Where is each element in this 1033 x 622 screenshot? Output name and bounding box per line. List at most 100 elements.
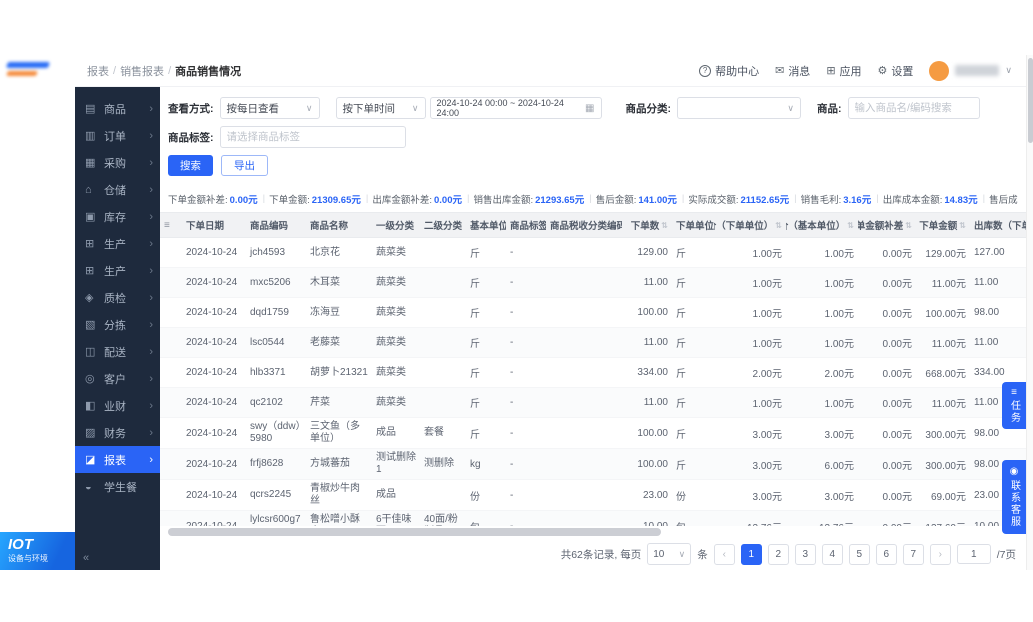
product-search-input[interactable] bbox=[847, 97, 980, 119]
sidebar-collapse-icon[interactable]: « bbox=[83, 552, 89, 564]
horizontal-scrollbar[interactable] bbox=[168, 528, 1018, 537]
sort-icon[interactable]: ⇅ bbox=[959, 221, 966, 230]
column-header[interactable]: 二级分类 bbox=[420, 213, 466, 237]
column-header[interactable]: 商品税收分类编码 bbox=[546, 213, 622, 237]
column-filter-icon[interactable]: ≡ bbox=[164, 220, 170, 231]
cell-order-date: 2024-10-24 bbox=[186, 367, 238, 379]
vertical-scrollbar[interactable] bbox=[1026, 55, 1033, 570]
sort-icon[interactable]: ⇅ bbox=[775, 221, 782, 230]
column-header[interactable]: 商品标签 bbox=[506, 213, 546, 237]
sidebar-item[interactable]: ◒ 学生餐 bbox=[75, 473, 160, 500]
cell-product-name: 芹菜 bbox=[310, 396, 330, 408]
sidebar-item[interactable]: ▥ 订单 › bbox=[75, 122, 160, 149]
sort-icon[interactable]: ⇅ bbox=[905, 221, 912, 230]
page-jump-input[interactable] bbox=[956, 544, 991, 564]
cell-tax-code bbox=[546, 480, 622, 510]
sort-icon[interactable]: ⇅ bbox=[661, 221, 668, 230]
vertical-scrollbar-thumb[interactable] bbox=[1028, 58, 1033, 143]
table-row[interactable]: 2024-10-24 qc2102 芹菜 蔬菜类 斤 - 11.00 斤 1.0… bbox=[160, 388, 1026, 419]
column-header[interactable]: 单价（基本单位） ⇅ bbox=[786, 213, 858, 237]
column-header-label: 下单金额补差 bbox=[858, 221, 904, 233]
search-button[interactable]: 搜索 bbox=[168, 155, 213, 176]
page-button[interactable]: 2 bbox=[767, 543, 789, 565]
sidebar-item-icon: ⌂ bbox=[85, 183, 92, 196]
row-spacer bbox=[160, 480, 182, 510]
table-row[interactable]: 2024-10-24 swy（ddw）5980 三文鱼（多单位） 成品 套餐 斤… bbox=[160, 418, 1026, 450]
iot-badge[interactable]: IOT 设备与环境 bbox=[0, 532, 75, 570]
sidebar-item[interactable]: ⊞ 生产 › bbox=[75, 257, 160, 284]
table-row[interactable]: 2024-10-24 jch4593 北京花 蔬菜类 斤 - 129.00 斤 … bbox=[160, 238, 1026, 269]
page-button[interactable]: 5 bbox=[848, 543, 870, 565]
help-center-button[interactable]: ? 帮助中心 bbox=[699, 63, 759, 79]
page-button[interactable]: 4 bbox=[821, 543, 843, 565]
table-row[interactable]: 2024-10-24 lsc0544 老藤菜 蔬菜类 斤 - 11.00 斤 1… bbox=[160, 328, 1026, 359]
next-page-button[interactable]: › bbox=[929, 543, 951, 565]
summary-label: 销售出库金额: bbox=[473, 194, 534, 206]
page-button[interactable]: 7 bbox=[902, 543, 924, 565]
settings-button[interactable]: ⚙ 设置 bbox=[878, 63, 914, 79]
sidebar-item[interactable]: ▦ 采购 › bbox=[75, 149, 160, 176]
apps-button[interactable]: ⊞ 应用 bbox=[826, 63, 861, 79]
summary-value: 14.83元 bbox=[944, 194, 978, 206]
column-header[interactable]: 商品编码 bbox=[246, 213, 306, 237]
summary-item: 销售出库金额: 21293.65元 | bbox=[473, 192, 591, 205]
column-header[interactable]: 下单金额 ⇅ bbox=[916, 213, 970, 237]
column-header[interactable]: 下单日期 bbox=[182, 213, 246, 237]
tasks-float-button[interactable]: ≡ 任务 bbox=[1002, 382, 1026, 429]
cell-product-tag: - bbox=[510, 247, 514, 259]
column-header[interactable]: 单价（下单单位） ⇅ bbox=[714, 213, 786, 237]
table-row[interactable]: 2024-10-24 lylcsr600g7776 鲁松噌小酥肉600g 6干佳… bbox=[160, 511, 1026, 527]
horizontal-scrollbar-thumb[interactable] bbox=[168, 528, 661, 537]
cell-order-amount: 300.00元 bbox=[925, 429, 966, 441]
sidebar-item[interactable]: ⌂ 仓储 › bbox=[75, 176, 160, 203]
breadcrumb-separator: / bbox=[113, 64, 117, 77]
table-row[interactable]: 2024-10-24 mxc5206 木耳菜 蔬菜类 斤 - 11.00 斤 1… bbox=[160, 268, 1026, 299]
cell-outbound-qty: 98.00 bbox=[974, 307, 1000, 319]
table-row[interactable]: 2024-10-24 dqd1759 冻海豆 蔬菜类 斤 - 100.00 斤 … bbox=[160, 298, 1026, 329]
cell-price-base-unit: 2.00元 bbox=[824, 369, 854, 381]
sidebar-item[interactable]: ◎ 客户 › bbox=[75, 365, 160, 392]
sidebar-item[interactable]: ⊞ 生产 › bbox=[75, 230, 160, 257]
time-type-select[interactable]: 按下单时间 ∨ bbox=[335, 97, 426, 119]
summary-separator: | bbox=[466, 193, 470, 205]
cell-price-order-unit: 1.00元 bbox=[752, 249, 782, 261]
cell-category-1: 成品 bbox=[376, 427, 396, 439]
column-header[interactable]: 出库数（下单单位） bbox=[970, 213, 1026, 237]
messages-button[interactable]: ✉ 消息 bbox=[775, 63, 810, 79]
column-header[interactable]: 下单金额补差 ⇅ bbox=[858, 213, 916, 237]
sidebar-item[interactable]: ▣ 库存 › bbox=[75, 203, 160, 230]
breadcrumb-item[interactable]: 报表 bbox=[87, 63, 109, 79]
breadcrumb-item[interactable]: 销售报表 bbox=[120, 63, 164, 79]
column-header[interactable]: 基本单位 bbox=[466, 213, 506, 237]
sidebar-item[interactable]: ◫ 配送 › bbox=[75, 338, 160, 365]
column-header[interactable]: 下单数 ⇅ bbox=[622, 213, 672, 237]
prev-page-button[interactable]: ‹ bbox=[713, 543, 735, 565]
sidebar-item[interactable]: ◪ 报表 › bbox=[75, 446, 160, 473]
table-row[interactable]: 2024-10-24 hlb3371 胡萝卜21321 蔬菜类 斤 - 334.… bbox=[160, 358, 1026, 389]
page-button[interactable]: 6 bbox=[875, 543, 897, 565]
sidebar-item[interactable]: ▧ 分拣 › bbox=[75, 311, 160, 338]
cell-tax-code bbox=[546, 238, 622, 267]
sort-icon[interactable]: ⇅ bbox=[847, 221, 854, 230]
category-select[interactable]: ∨ bbox=[677, 97, 801, 119]
table-row[interactable]: 2024-10-24 frfj8628 方城蕃茄 测试删除1 测删除 kg - … bbox=[160, 449, 1026, 481]
breadcrumb-item[interactable]: 商品销售情况 bbox=[175, 63, 241, 79]
table-row[interactable]: 2024-10-24 qcrs2245 青椒炒牛肉丝 成品 份 - 23.00 … bbox=[160, 480, 1026, 512]
sidebar-item[interactable]: ◧ 业财 › bbox=[75, 392, 160, 419]
column-header[interactable]: 商品名称 bbox=[306, 213, 372, 237]
tag-input[interactable] bbox=[219, 126, 406, 148]
page-size-select[interactable]: 10 ∨ bbox=[647, 543, 692, 565]
column-header[interactable]: 下单单位 bbox=[672, 213, 714, 237]
user-menu[interactable]: ∨ bbox=[929, 60, 1012, 81]
sidebar-item[interactable]: ▤ 商品 › bbox=[75, 95, 160, 122]
sidebar-item[interactable]: ▨ 财务 › bbox=[75, 419, 160, 446]
column-header-label: 基本单位 bbox=[470, 221, 506, 233]
sidebar-item[interactable]: ◈ 质检 › bbox=[75, 284, 160, 311]
column-header[interactable]: 一级分类 bbox=[372, 213, 420, 237]
page-button[interactable]: 1 bbox=[740, 543, 762, 565]
view-mode-select[interactable]: 按每日查看 ∨ bbox=[219, 97, 320, 119]
date-range-picker[interactable]: 2024-10-24 00:00 ~ 2024-10-24 24:00 ▦ bbox=[429, 97, 602, 119]
export-button[interactable]: 导出 bbox=[221, 155, 268, 176]
customer-service-float-button[interactable]: ◉ 联系客服 bbox=[1002, 460, 1026, 534]
page-button[interactable]: 3 bbox=[794, 543, 816, 565]
